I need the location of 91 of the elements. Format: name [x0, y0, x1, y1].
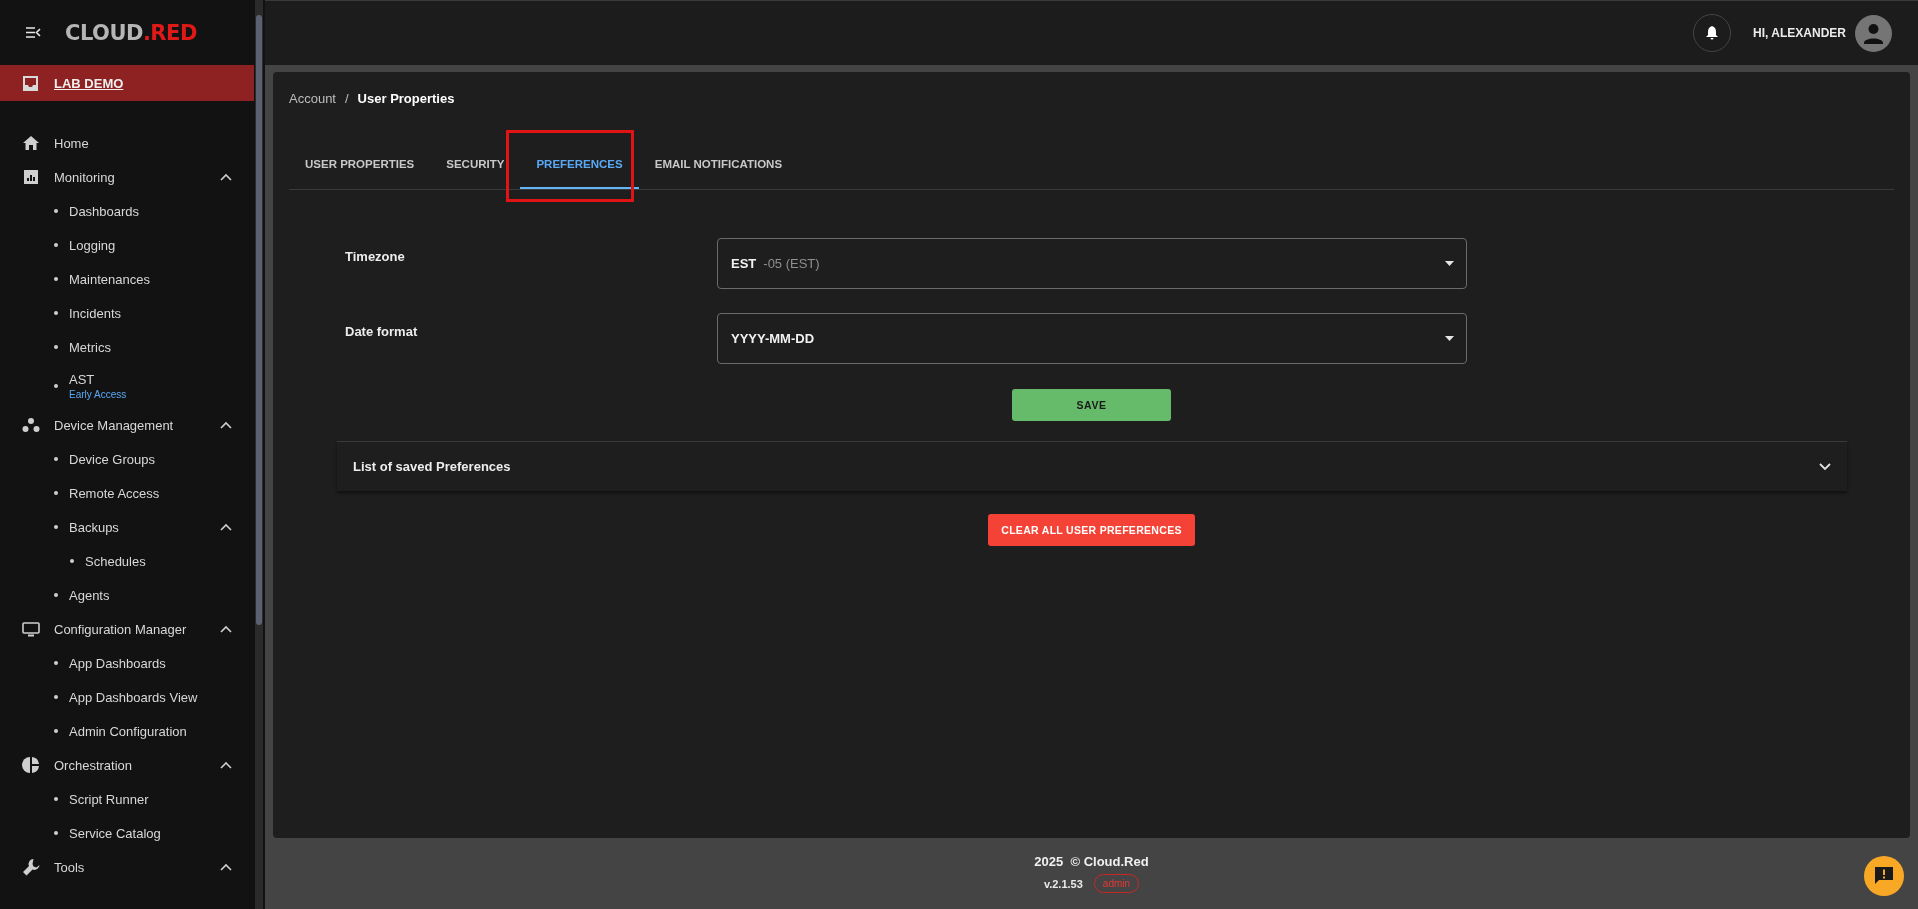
home-icon [22, 136, 40, 150]
bullet-icon [54, 457, 58, 461]
nav-item[interactable]: Monitoring [0, 160, 254, 194]
early-access-label: Early Access [69, 389, 128, 400]
wrench-icon [22, 858, 40, 876]
breadcrumb-item: User Properties [357, 91, 455, 106]
version-text: v.2.1.53 [1043, 877, 1083, 890]
bullet-icon [54, 277, 58, 281]
tab[interactable]: USER PROPERTIES [289, 141, 431, 189]
clear-preferences-button[interactable]: CLEAR ALL USER PREFERENCES [988, 514, 1195, 546]
timezone-offset: -05 (EST) [763, 256, 820, 271]
nav-label: App Dashboards [69, 655, 167, 671]
nav-label: Maintenances [69, 271, 151, 287]
select-field[interactable]: YYYY-MM-DD [717, 313, 1467, 364]
bullet-icon [54, 243, 58, 247]
bell-icon [1706, 26, 1719, 40]
nav-label: Admin Configuration [69, 723, 188, 739]
nav-item[interactable]: Remote Access [0, 476, 254, 510]
logo: CLOUD.RED [65, 20, 197, 45]
nav-item[interactable]: Home [0, 126, 254, 160]
nav-item[interactable]: Device Management [0, 408, 254, 442]
bullet-icon [54, 831, 58, 835]
nav-item[interactable]: AST Early Access [0, 364, 254, 408]
nav-item[interactable]: Admin Configuration [0, 714, 254, 748]
nav-label: Metrics [69, 339, 112, 355]
inbox-icon [23, 75, 38, 91]
nav-label: Dashboards [69, 203, 141, 219]
nav-item[interactable]: Device Groups [0, 442, 254, 476]
nav-item[interactable]: Backups [0, 510, 254, 544]
nav-item[interactable]: App Dashboards [0, 646, 254, 680]
nav-item[interactable]: Incidents [0, 296, 254, 330]
field-label: Date format [345, 323, 419, 341]
nav-label: Device Groups [69, 451, 156, 467]
nav-item[interactable]: Agents [0, 578, 254, 612]
bullet-icon [54, 209, 58, 213]
field-label: Timezone [345, 248, 406, 266]
nav-item[interactable]: Maintenances [0, 262, 254, 296]
copyright-text: 2025 © Cloud.Red [1034, 854, 1149, 869]
scrollbar[interactable] [255, 0, 263, 909]
nav-label: Agents [69, 587, 111, 603]
nav-item[interactable]: App Dashboards View [0, 680, 254, 714]
bullet-icon [70, 559, 74, 563]
tab[interactable]: EMAIL NOTIFICATIONS [638, 141, 799, 189]
nav-item[interactable]: Orchestration [0, 748, 254, 782]
nav-item[interactable]: Logging [0, 228, 254, 262]
nav-label: Logging [69, 237, 117, 253]
nav-item[interactable]: Metrics [0, 330, 254, 364]
workspace-bar[interactable]: LAB DEMO [0, 65, 254, 101]
feedback-icon [1875, 867, 1893, 885]
breadcrumb-separator: / [345, 91, 349, 106]
monitor-icon [22, 621, 40, 637]
nav-label: Schedules [85, 553, 147, 569]
bullet-icon [54, 661, 58, 665]
select-field[interactable]: EST -05 (EST) [717, 238, 1467, 289]
nav-item[interactable]: Tools [0, 850, 254, 884]
workspace-name[interactable]: LAB DEMO [54, 75, 124, 91]
user-greeting: HI, ALEXANDER [1753, 26, 1846, 40]
bullet-icon [54, 695, 58, 699]
bullet-icon [54, 384, 58, 388]
nav-item[interactable]: Configuration Manager [0, 612, 254, 646]
tab[interactable]: SECURITY [430, 141, 521, 189]
bullet-icon [54, 311, 58, 315]
tab[interactable]: PREFERENCES [520, 141, 639, 189]
caret-icon [1445, 336, 1454, 341]
nav-label: Incidents [69, 305, 123, 321]
bullet-icon [54, 525, 58, 529]
bullet-icon [54, 345, 58, 349]
nav-item[interactable]: Dashboards [0, 194, 254, 228]
bullet-icon [54, 797, 58, 801]
menu-collapse-icon[interactable] [26, 27, 41, 38]
save-button[interactable]: SAVE [1012, 389, 1171, 421]
bullet-icon [54, 593, 58, 597]
avatar-icon[interactable] [1855, 14, 1892, 52]
nav-label: Script Runner [69, 791, 150, 807]
nav-item[interactable]: Script Runner [0, 782, 254, 816]
nav-label: Backups [69, 519, 120, 535]
bullet-icon [54, 491, 58, 495]
nav-label: AST [69, 372, 96, 387]
dots-icon [22, 418, 40, 432]
breadcrumb-item[interactable]: Account [289, 91, 336, 106]
nav-item[interactable]: Service Catalog [0, 816, 254, 850]
accordion-header[interactable]: List of saved Preferences [337, 441, 1847, 491]
bullet-icon [54, 729, 58, 733]
pie-chart-icon [22, 757, 40, 773]
caret-icon [1445, 261, 1454, 266]
feedback-button[interactable] [1864, 856, 1904, 896]
nav-label: App Dashboards View [69, 689, 199, 705]
nav-item[interactable]: Schedules [0, 544, 254, 578]
nav-label: Remote Access [69, 485, 161, 501]
chart-icon [22, 170, 40, 184]
nav-label: Service Catalog [69, 825, 162, 841]
